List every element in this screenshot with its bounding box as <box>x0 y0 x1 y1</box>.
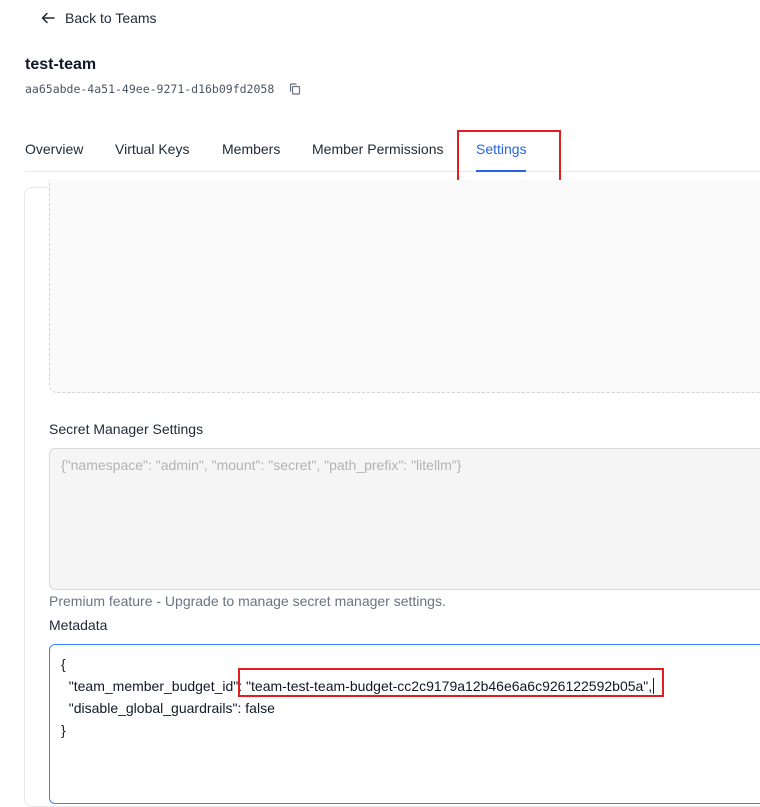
metadata-line-budget: "team_member_budget_id": "team-test-team… <box>61 675 760 697</box>
page-title: test-team <box>25 56 97 73</box>
secret-manager-placeholder: {"namespace": "admin", "mount": "secret"… <box>61 457 462 473</box>
back-to-teams-label: Back to Teams <box>65 10 157 26</box>
premium-feature-note: Premium feature - Upgrade to manage secr… <box>49 593 446 609</box>
metadata-line-close: } <box>61 722 66 738</box>
metadata-textarea[interactable]: { "team_member_budget_id": "team-test-te… <box>49 644 760 804</box>
secret-manager-textarea: {"namespace": "admin", "mount": "secret"… <box>49 448 760 590</box>
tab-members[interactable]: Members <box>222 141 280 157</box>
back-to-teams-link[interactable]: Back to Teams <box>40 10 157 26</box>
team-id-row: aa65abde-4a51-49ee-9271-d16b09fd2058 <box>25 82 302 96</box>
metadata-line-open: { <box>61 656 66 672</box>
arrow-left-icon <box>41 12 55 24</box>
tab-virtual-keys[interactable]: Virtual Keys <box>115 141 189 157</box>
tab-member-permissions[interactable]: Member Permissions <box>312 141 443 157</box>
metadata-line-guardrails: "disable_global_guardrails": false <box>61 700 275 716</box>
team-id-text: aa65abde-4a51-49ee-9271-d16b09fd2058 <box>25 82 275 96</box>
upload-dropzone[interactable] <box>49 180 760 393</box>
tab-overview[interactable]: Overview <box>25 141 83 157</box>
metadata-label: Metadata <box>49 617 108 633</box>
secret-manager-label: Secret Manager Settings <box>49 421 204 437</box>
copy-icon[interactable] <box>288 82 302 96</box>
text-caret <box>653 678 655 694</box>
tab-settings[interactable]: Settings <box>476 141 527 157</box>
tab-bar: Overview Virtual Keys Members Member Per… <box>25 132 760 172</box>
metadata-budget-key: "team_member_budget_id": <box>61 678 247 694</box>
active-tab-indicator <box>476 170 526 172</box>
metadata-budget-value: "team-test-team-budget-cc2c9179a12b46e6a… <box>246 678 653 694</box>
